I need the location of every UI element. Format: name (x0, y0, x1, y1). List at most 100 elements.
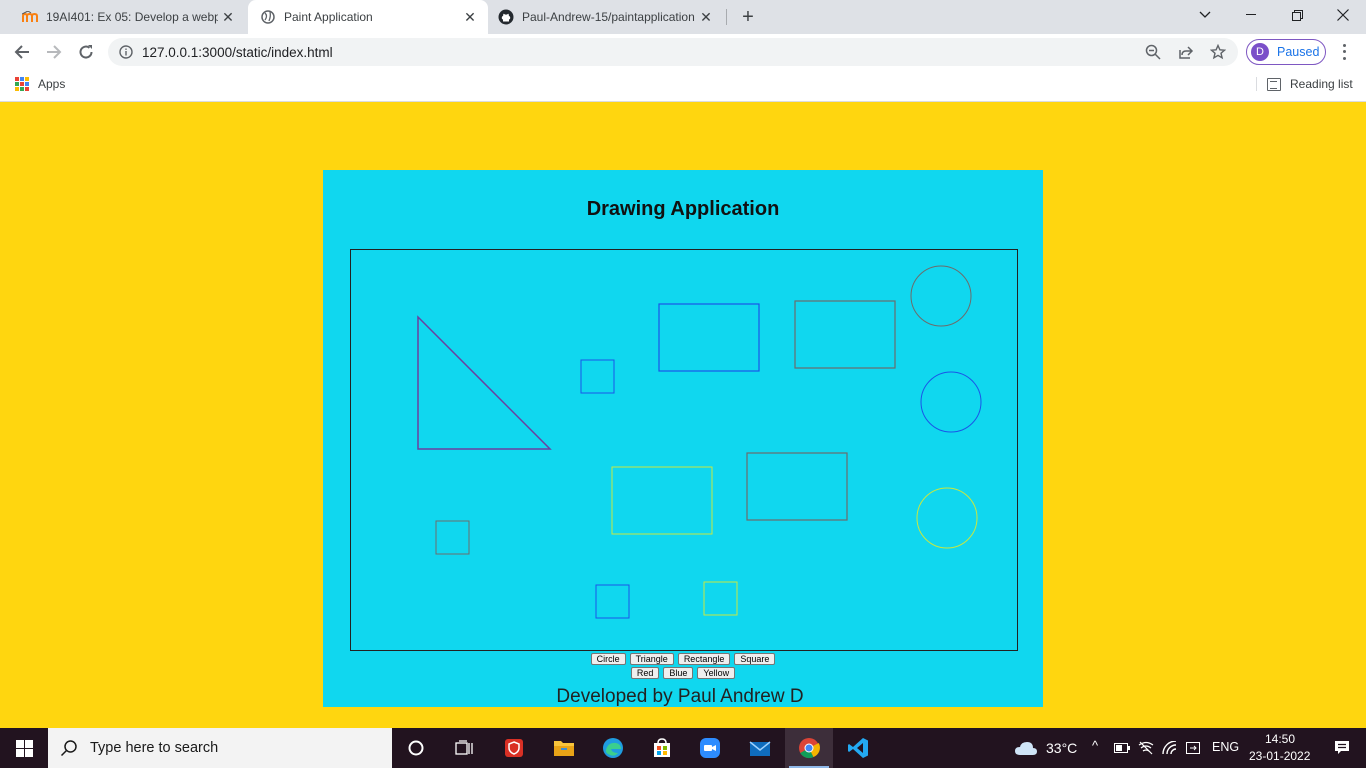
clock-date[interactable]: 23-01-2022 (1249, 749, 1310, 763)
forward-arrow-icon (47, 45, 62, 59)
blue-button[interactable]: Blue (663, 667, 694, 679)
tray-chevron-up-icon[interactable]: ^ (1092, 738, 1098, 753)
zoom-icon[interactable] (1144, 43, 1162, 61)
tab-title: Paul-Andrew-15/paintapplication (522, 10, 695, 24)
tab-github[interactable]: Paul-Andrew-15/paintapplication ✕ (490, 0, 722, 34)
language-indicator[interactable]: ENG (1212, 740, 1239, 754)
apps-shortcut[interactable]: Apps (15, 77, 65, 91)
url-text[interactable]: 127.0.0.1:3000/static/index.html (142, 45, 333, 60)
page-viewport: Drawing Application Circle Triangle Rect… (0, 102, 1366, 728)
display-icon[interactable] (1182, 728, 1206, 768)
tab-paint-application[interactable]: Paint Application ✕ (248, 0, 488, 34)
task-view-icon[interactable] (440, 728, 488, 768)
back-arrow-icon (14, 45, 29, 59)
microsoft-store-icon[interactable] (638, 728, 686, 768)
rectangle-button[interactable]: Rectangle (677, 653, 731, 665)
developer-credit: Developed by Paul Andrew D (556, 686, 804, 707)
tab-search-button[interactable] (1182, 0, 1228, 30)
bookmarks-bar: Apps Reading list (0, 70, 1366, 102)
close-tab-icon[interactable]: ✕ (462, 9, 478, 25)
search-icon (60, 740, 77, 757)
minimize-icon (1246, 14, 1256, 15)
network-off-icon[interactable] (1134, 728, 1158, 768)
bookmark-star-icon[interactable] (1209, 43, 1227, 61)
info-icon[interactable] (119, 45, 133, 59)
drawn-square (435, 520, 470, 555)
tab-moodle[interactable]: 19AI401: Ex 05: Develop a webpa ✕ (12, 0, 244, 34)
security-app-icon[interactable] (490, 728, 538, 768)
reload-button[interactable] (74, 40, 98, 64)
reading-list-label: Reading list (1290, 77, 1353, 91)
taskbar-search-box[interactable]: Type here to search (48, 728, 392, 768)
zoom-app-icon[interactable] (686, 728, 734, 768)
chevron-down-icon (1199, 11, 1211, 18)
wifi-icon[interactable] (1158, 728, 1182, 768)
weather-temperature[interactable]: 33°C (1046, 740, 1077, 756)
notifications-icon[interactable] (1318, 728, 1366, 768)
tab-strip: 19AI401: Ex 05: Develop a webpa ✕ Paint … (0, 0, 1366, 34)
restore-icon (1291, 9, 1303, 21)
drawing-canvas[interactable] (350, 249, 1018, 651)
reading-list-icon (1267, 77, 1281, 91)
close-window-button[interactable] (1320, 0, 1366, 30)
drawn-square (595, 584, 630, 619)
yellow-button[interactable]: Yellow (697, 667, 736, 679)
triangle-button[interactable]: Triangle (629, 653, 674, 665)
drawn-circle (910, 265, 972, 327)
taskbar: Type here to search 33°C ^ ENG 14:50 23-… (0, 728, 1366, 768)
back-button[interactable] (10, 40, 34, 64)
drawn-square (580, 359, 615, 394)
share-icon[interactable] (1177, 43, 1195, 61)
drawn-circle (916, 487, 978, 549)
tab-separator (726, 9, 727, 25)
new-tab-button[interactable]: + (737, 6, 759, 28)
file-explorer-icon[interactable] (540, 728, 588, 768)
profile-status-label: Paused (1277, 45, 1320, 59)
search-placeholder: Type here to search (90, 740, 219, 756)
shape-button-row: Circle Triangle Rectangle Square (323, 653, 1043, 665)
close-icon (1337, 9, 1349, 21)
start-button[interactable] (0, 728, 48, 768)
drawn-rectangle (611, 466, 713, 535)
apps-grid-icon (15, 77, 29, 91)
color-button-row: Red Blue Yellow (323, 667, 1043, 679)
drawn-rectangle (658, 303, 760, 372)
edge-browser-icon[interactable] (589, 728, 637, 768)
github-icon (498, 9, 514, 25)
circle-button[interactable]: Circle (590, 653, 626, 665)
restore-button[interactable] (1274, 0, 1320, 30)
vscode-icon[interactable] (834, 728, 882, 768)
minimize-button[interactable] (1228, 0, 1274, 30)
globe-icon (260, 9, 276, 25)
reload-icon (79, 45, 93, 59)
forward-button[interactable] (42, 40, 66, 64)
page-title: Drawing Application (586, 198, 780, 220)
close-tab-icon[interactable]: ✕ (698, 9, 714, 25)
apps-label: Apps (38, 77, 66, 91)
chrome-icon[interactable] (785, 728, 833, 768)
cortana-icon[interactable] (392, 728, 440, 768)
drawn-rectangle (794, 300, 896, 369)
drawn-circle (920, 371, 982, 433)
clock-time[interactable]: 14:50 (1265, 732, 1295, 746)
tab-title: Paint Application (284, 10, 373, 24)
avatar: D (1251, 43, 1269, 61)
moodle-icon (22, 9, 38, 25)
canvas-drawing (417, 265, 982, 619)
drawn-square (703, 581, 738, 616)
browser-menu-icon[interactable] (1336, 42, 1352, 62)
drawn-rectangle (746, 452, 848, 521)
app-panel: Drawing Application Circle Triangle Rect… (323, 170, 1043, 707)
battery-icon[interactable] (1110, 728, 1134, 768)
weather-icon[interactable] (1004, 728, 1048, 768)
mail-icon[interactable] (736, 728, 784, 768)
address-bar[interactable]: 127.0.0.1:3000/static/index.html (108, 38, 1238, 66)
reading-list-button[interactable]: Reading list (1256, 77, 1353, 91)
close-tab-icon[interactable]: ✕ (220, 9, 236, 25)
drawn-triangle (417, 315, 552, 450)
square-button[interactable]: Square (734, 653, 776, 665)
windows-logo-icon (15, 739, 33, 757)
profile-button[interactable]: D Paused (1246, 39, 1326, 65)
tab-title: 19AI401: Ex 05: Develop a webpa (46, 10, 218, 24)
red-button[interactable]: Red (630, 667, 660, 679)
